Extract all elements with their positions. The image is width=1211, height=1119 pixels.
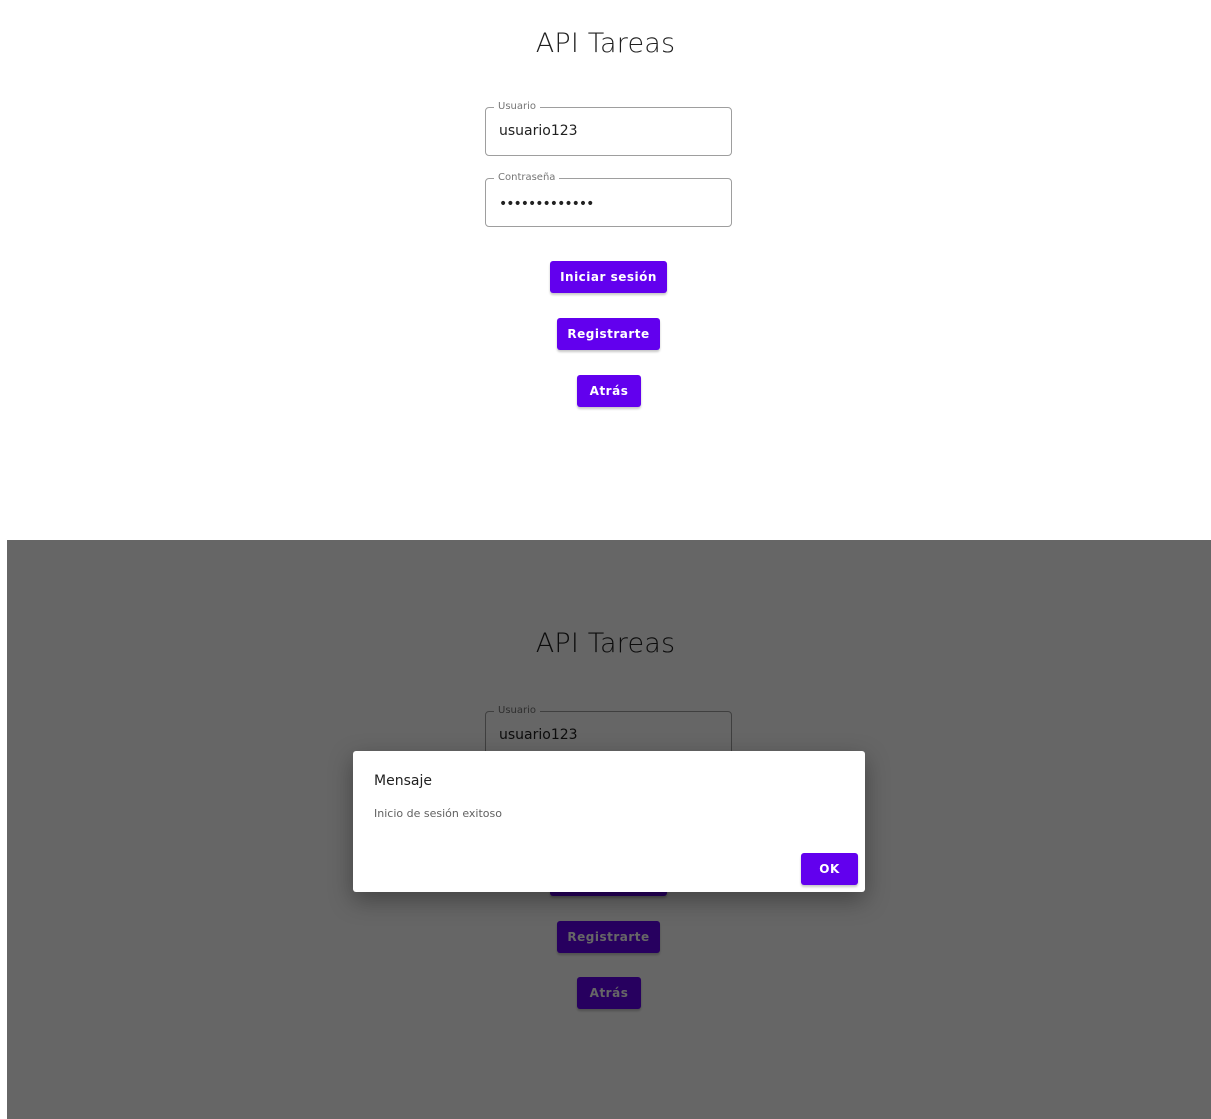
password-field[interactable]: Contraseña ••••••••••••• (485, 171, 732, 227)
dialog-title: Mensaje (374, 773, 432, 789)
username-field[interactable]: Usuario (485, 100, 732, 156)
back-button[interactable]: Atrás (577, 375, 641, 407)
page-title: API Tareas (535, 28, 676, 59)
login-button[interactable]: Iniciar sesión (550, 261, 667, 293)
username-input[interactable] (499, 123, 719, 139)
dialog-message: Inicio de sesión exitoso (374, 807, 502, 820)
ok-button[interactable]: OK (801, 853, 858, 885)
register-button[interactable]: Registrarte (557, 318, 660, 350)
password-input[interactable]: ••••••••••••• (499, 196, 594, 212)
password-label: Contraseña (494, 171, 560, 185)
login-screen: API Tareas Usuario Contraseña ••••••••••… (0, 0, 1211, 540)
login-screen-with-dialog: API Tareas Usuario Contraseña ••••••••••… (7, 540, 1211, 1119)
username-label: Usuario (494, 100, 541, 114)
message-dialog: Mensaje Inicio de sesión exitoso OK (353, 751, 865, 892)
